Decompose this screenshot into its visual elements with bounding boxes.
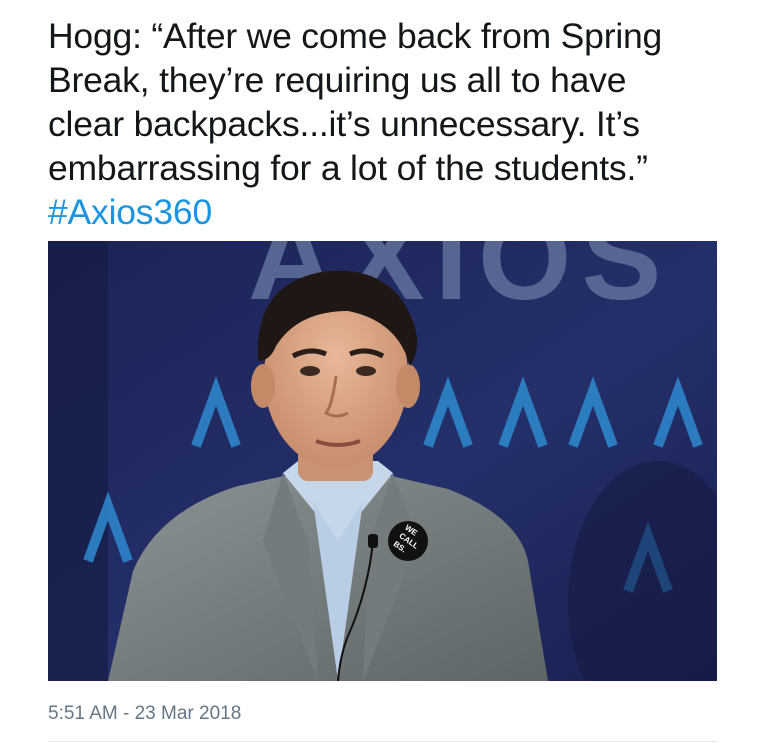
tweet-text-line: Hogg: “After we come back from Spring: [48, 16, 663, 56]
tweet-text-line: clear backpacks...it’s unnecessary. It’s: [48, 104, 640, 144]
tweet-photo[interactable]: AXIOS WE CALL BS.: [48, 241, 717, 681]
pin-badge: WE CALL BS.: [388, 521, 428, 561]
tweet-text: Hogg: “After we come back from Spring Br…: [48, 14, 748, 234]
tweet-text-line: Break, they’re requiring us all to have: [48, 60, 627, 100]
tweet-text-line: embarrassing for a lot of the students.”: [48, 148, 648, 188]
divider: [48, 741, 717, 742]
hashtag-link[interactable]: #Axios360: [48, 190, 748, 234]
tweet-timestamp[interactable]: 5:51 AM - 23 Mar 2018: [48, 703, 241, 725]
